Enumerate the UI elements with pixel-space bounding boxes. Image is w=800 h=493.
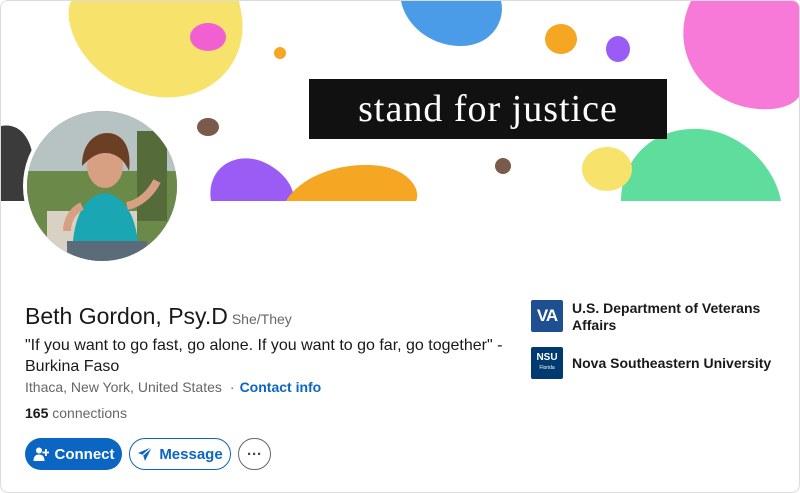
send-icon	[137, 446, 153, 462]
separator-dot: ·	[229, 379, 235, 395]
nsu-logo: NSU Florida	[531, 347, 563, 379]
va-logo: VA	[531, 300, 563, 332]
connections-label: connections	[52, 405, 127, 421]
contact-info-link[interactable]: Contact info	[240, 379, 322, 395]
more-icon: ···	[247, 445, 262, 463]
connect-label: Connect	[54, 445, 115, 463]
org-item-nsu[interactable]: NSU Florida Nova Southeastern University	[531, 347, 772, 379]
more-actions-button[interactable]: ···	[238, 438, 271, 470]
connect-button[interactable]: Connect	[25, 438, 122, 470]
profile-name: Beth Gordon, Psy.D	[25, 303, 228, 329]
va-logo-text: VA	[536, 306, 558, 325]
profile-location: Ithaca, New York, United States	[25, 379, 222, 395]
org-item-va[interactable]: VA U.S. Department of Veterans Affairs	[531, 300, 772, 334]
profile-card: stand for justice Beth Gordon, Psy.D She…	[0, 0, 800, 493]
avatar[interactable]	[23, 107, 181, 265]
message-label: Message	[159, 445, 223, 463]
location-row: Ithaca, New York, United States · Contac…	[25, 379, 321, 395]
name-row: Beth Gordon, Psy.D She/They	[25, 303, 292, 330]
connections-count[interactable]: 165 connections	[25, 405, 127, 421]
add-person-icon	[33, 446, 49, 462]
connections-number: 165	[25, 405, 49, 421]
profile-headline: "If you want to go fast, go alone. If yo…	[25, 337, 503, 375]
profile-photo	[27, 111, 177, 261]
org-name-va: U.S. Department of Veterans Affairs	[572, 300, 761, 333]
nsu-logo-text: NSU	[536, 352, 558, 363]
nsu-logo-subtext: Florida	[539, 365, 555, 371]
profile-pronouns: She/They	[231, 311, 292, 327]
message-button[interactable]: Message	[129, 438, 231, 470]
org-name-nsu: Nova Southeastern University	[572, 355, 772, 371]
banner-slogan: stand for justice	[309, 79, 667, 139]
